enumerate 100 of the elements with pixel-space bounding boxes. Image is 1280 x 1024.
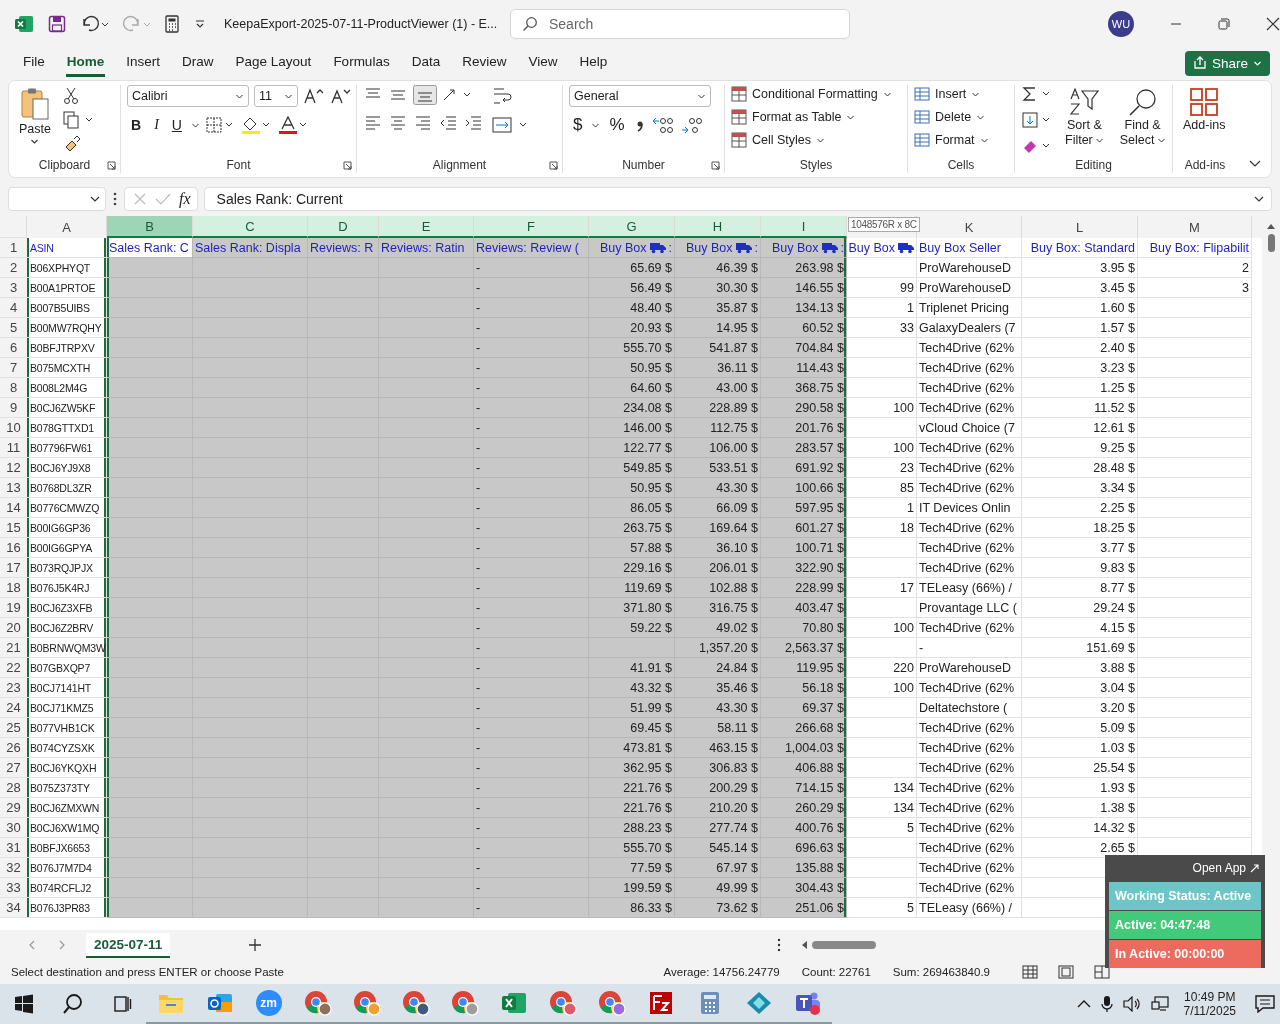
ribbon-tab[interactable]: Draw bbox=[181, 49, 215, 77]
browser-icon[interactable] bbox=[303, 990, 332, 1016]
chat-app-icon[interactable] bbox=[793, 990, 822, 1016]
dialog-launcher-icon[interactable] bbox=[343, 160, 352, 170]
sheet-tab[interactable]: 2025-07-11 bbox=[86, 932, 171, 958]
italic-button[interactable]: I bbox=[150, 117, 163, 133]
column-header[interactable]: B bbox=[107, 216, 193, 238]
ftp-app-icon[interactable] bbox=[648, 991, 673, 1015]
spreadsheet-app-icon[interactable] bbox=[500, 991, 527, 1015]
font-size-dropdown[interactable]: 11 bbox=[254, 85, 298, 107]
ribbon-tab[interactable]: Help bbox=[578, 49, 609, 77]
undo-icon[interactable] bbox=[80, 15, 108, 33]
column-header[interactable]: I bbox=[761, 216, 847, 238]
formula-field[interactable]: Sales Rank: Current bbox=[203, 187, 1272, 211]
cells-menu-button[interactable]: Delete bbox=[914, 108, 986, 126]
browser-icon[interactable] bbox=[548, 990, 577, 1016]
close-icon[interactable] bbox=[1266, 17, 1280, 31]
increase-decimal-icon[interactable] bbox=[650, 115, 675, 135]
start-icon[interactable] bbox=[14, 994, 34, 1014]
cells-menu-button[interactable]: Format bbox=[914, 131, 989, 149]
ribbon-tab[interactable]: Data bbox=[410, 49, 442, 77]
mail-icon[interactable] bbox=[205, 991, 234, 1015]
diamond-app-icon[interactable] bbox=[745, 991, 772, 1015]
decrease-decimal-icon[interactable] bbox=[679, 115, 704, 135]
add-sheet-icon[interactable] bbox=[248, 938, 263, 952]
customize-caret-icon[interactable] bbox=[194, 18, 206, 30]
insert-function-button[interactable]: fx bbox=[179, 190, 191, 208]
cut-icon[interactable] bbox=[62, 87, 79, 105]
find-select-button[interactable]: Find & Select bbox=[1115, 85, 1170, 149]
percent-button[interactable]: % bbox=[605, 115, 629, 135]
column-header[interactable]: F bbox=[474, 216, 589, 238]
underline-button[interactable]: U bbox=[167, 117, 186, 133]
save-icon[interactable] bbox=[48, 15, 66, 33]
ribbon-tab[interactable]: Formulas bbox=[332, 49, 391, 77]
column-header[interactable]: L bbox=[1022, 216, 1138, 238]
ribbon-tab[interactable]: Home bbox=[65, 49, 106, 77]
styles-menu-button[interactable]: Cell Styles bbox=[731, 131, 826, 149]
ribbon-tab[interactable]: Review bbox=[461, 49, 508, 77]
borders-icon[interactable] bbox=[204, 116, 235, 134]
restore-icon[interactable] bbox=[1218, 18, 1230, 30]
number-format-dropdown[interactable]: General bbox=[569, 85, 711, 107]
align-right-icon[interactable] bbox=[413, 113, 433, 131]
search-icon[interactable] bbox=[62, 993, 84, 1015]
clock-time[interactable]: 10:49 PM bbox=[1184, 990, 1236, 1004]
ribbon-tab[interactable]: View bbox=[527, 49, 559, 77]
dialog-launcher-icon[interactable] bbox=[549, 160, 558, 170]
ribbon-tab[interactable]: File bbox=[22, 49, 46, 77]
column-header[interactable]: E bbox=[379, 216, 474, 238]
more-options-icon[interactable] bbox=[112, 191, 118, 207]
dialog-launcher-icon[interactable] bbox=[107, 160, 116, 170]
align-left-icon[interactable] bbox=[363, 113, 383, 131]
browser-icon[interactable] bbox=[401, 990, 430, 1016]
bold-button[interactable]: B bbox=[127, 117, 146, 133]
decrease-font-icon[interactable] bbox=[330, 87, 352, 105]
column-header[interactable]: D bbox=[308, 216, 379, 238]
scroll-left-icon[interactable] bbox=[800, 940, 808, 950]
currency-button[interactable]: $ bbox=[569, 115, 587, 135]
align-bottom-icon[interactable] bbox=[413, 85, 437, 105]
browser-icon[interactable] bbox=[597, 990, 626, 1016]
task-view-icon[interactable] bbox=[112, 994, 132, 1014]
normal-view-icon[interactable] bbox=[1022, 965, 1038, 979]
fill-color-icon[interactable] bbox=[239, 115, 272, 135]
network-icon[interactable] bbox=[1150, 996, 1169, 1012]
increase-font-icon[interactable] bbox=[303, 87, 325, 105]
font-name-dropdown[interactable]: Calibri bbox=[127, 85, 249, 107]
open-app-button[interactable]: Open App bbox=[1190, 858, 1261, 881]
more-options-icon[interactable] bbox=[776, 938, 782, 952]
browser-icon[interactable] bbox=[450, 990, 479, 1016]
share-button[interactable]: Share bbox=[1184, 50, 1270, 76]
dialog-launcher-icon[interactable] bbox=[711, 160, 720, 170]
column-header[interactable]: G bbox=[589, 216, 675, 238]
page-break-icon[interactable] bbox=[1094, 965, 1110, 979]
microphone-icon[interactable] bbox=[1100, 995, 1113, 1013]
sort-filter-button[interactable]: Sort & Filter bbox=[1061, 85, 1108, 149]
font-color-icon[interactable] bbox=[276, 115, 309, 135]
speaker-icon[interactable] bbox=[1122, 996, 1141, 1012]
clock-date[interactable]: 7/11/2025 bbox=[1183, 1004, 1236, 1018]
scroll-up-icon[interactable] bbox=[1266, 222, 1276, 230]
ribbon-tab[interactable]: Page Layout bbox=[234, 49, 313, 77]
search-field[interactable]: Search bbox=[510, 9, 850, 39]
ribbon-tab[interactable]: Insert bbox=[125, 49, 162, 77]
column-header[interactable]: H bbox=[675, 216, 761, 238]
add-ins-button[interactable]: Add-ins bbox=[1179, 85, 1230, 134]
calculator-icon[interactable] bbox=[164, 15, 180, 33]
scroll-thumb[interactable] bbox=[1267, 234, 1275, 252]
column-header[interactable]: C bbox=[193, 216, 308, 238]
align-center-icon[interactable] bbox=[388, 113, 408, 131]
browser-icon[interactable] bbox=[352, 990, 381, 1016]
decrease-indent-icon[interactable] bbox=[438, 113, 458, 131]
wrap-text-icon[interactable] bbox=[491, 85, 513, 107]
page-layout-icon[interactable] bbox=[1058, 965, 1074, 979]
cells-menu-button[interactable]: Insert bbox=[914, 85, 981, 103]
folder-icon[interactable] bbox=[157, 992, 184, 1014]
notifications-icon[interactable] bbox=[1255, 995, 1275, 1013]
column-header[interactable]: M bbox=[1138, 216, 1252, 238]
paste-button[interactable]: Paste bbox=[15, 85, 55, 148]
styles-menu-button[interactable]: Format as Table bbox=[731, 108, 856, 126]
chevron-up-icon[interactable] bbox=[1076, 999, 1091, 1009]
styles-menu-button[interactable]: Conditional Formatting bbox=[731, 85, 892, 103]
increase-indent-icon[interactable] bbox=[463, 113, 483, 131]
